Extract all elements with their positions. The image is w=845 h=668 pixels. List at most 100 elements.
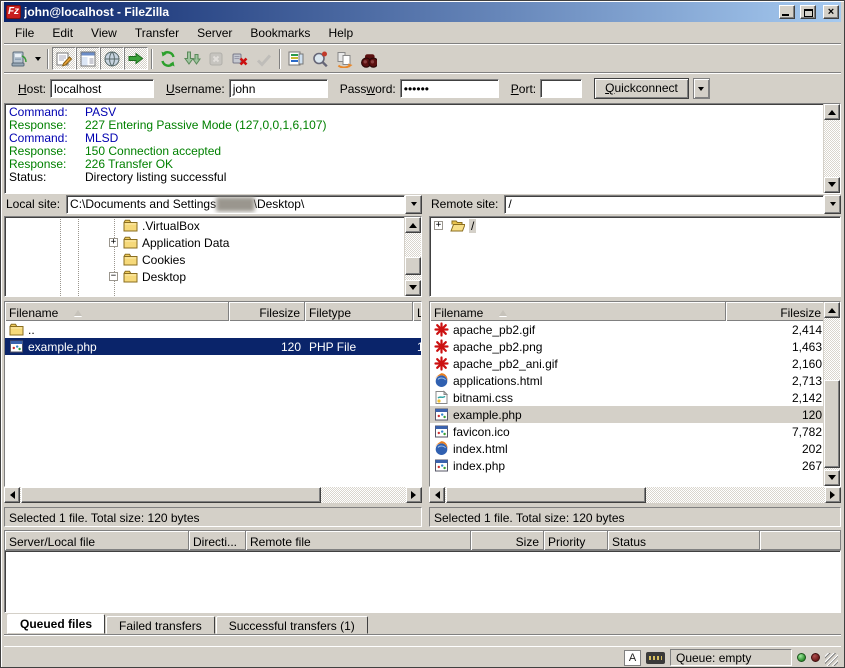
port-field[interactable] <box>540 79 582 98</box>
toggle-message-log-button[interactable] <box>52 47 76 70</box>
remote-list-scrollbar[interactable] <box>823 302 840 486</box>
menu-transfer[interactable]: Transfer <box>126 24 188 42</box>
toggle-transfer-queue-button[interactable] <box>124 47 148 70</box>
tab-failed-transfers[interactable]: Failed transfers <box>106 616 215 634</box>
expand-toggle[interactable]: + <box>109 238 118 247</box>
file-row[interactable]: bitnami.css2,142 <box>430 389 840 406</box>
menu-edit[interactable]: Edit <box>43 24 82 42</box>
file-row[interactable]: example.php120PHP File1 <box>5 338 421 355</box>
queue-column-priority[interactable]: Priority <box>544 531 608 550</box>
file-cell: index.html <box>430 440 726 457</box>
refresh-button[interactable] <box>156 47 180 70</box>
password-field[interactable]: •••••• <box>400 79 499 98</box>
process-queue-button[interactable] <box>180 47 204 70</box>
scroll-down-button[interactable] <box>824 177 840 193</box>
cancel-operation-button[interactable] <box>204 47 228 70</box>
minimize-button[interactable] <box>779 5 795 19</box>
find-files-button[interactable] <box>356 47 380 70</box>
column-header-filename[interactable]: Filename <box>5 302 229 321</box>
queue-splitter[interactable] <box>4 523 841 530</box>
scroll-thumb[interactable] <box>405 257 421 275</box>
tree-item[interactable]: −Desktop <box>5 268 421 285</box>
file-cell: 1 <box>413 338 421 355</box>
scroll-thumb[interactable] <box>446 487 646 503</box>
remote-site-combobox[interactable]: / <box>504 195 824 214</box>
file-row[interactable]: index.php267 <box>430 457 840 474</box>
tree-item[interactable]: +/ <box>430 217 840 234</box>
message-log-scrollbar[interactable] <box>823 104 840 193</box>
scroll-up-button[interactable] <box>824 302 840 318</box>
menu-help[interactable]: Help <box>319 24 362 42</box>
site-manager-button[interactable] <box>7 47 31 70</box>
quickconnect-button[interactable]: Quickconnect <box>594 78 689 99</box>
tab-successful-transfers-[interactable]: Successful transfers (1) <box>216 616 368 634</box>
menu-bookmarks[interactable]: Bookmarks <box>241 24 319 42</box>
file-row[interactable]: apache_pb2.png1,463 <box>430 338 840 355</box>
close-button[interactable]: × <box>823 5 839 19</box>
scroll-down-button[interactable] <box>405 280 421 296</box>
toggle-remote-tree-button[interactable] <box>100 47 124 70</box>
html-file-icon <box>434 373 449 388</box>
tree-item[interactable]: Cookies <box>5 251 421 268</box>
scroll-right-button[interactable] <box>825 487 841 503</box>
scroll-right-button[interactable] <box>406 487 422 503</box>
queue-column-directi[interactable]: Directi... <box>189 531 246 550</box>
file-row[interactable]: .. <box>5 321 421 338</box>
queue-column-status[interactable]: Status <box>608 531 760 550</box>
tab-queued-files[interactable]: Queued files <box>7 614 105 634</box>
quickconnect-dropdown[interactable] <box>693 78 710 99</box>
queue-column-serverlocalfile[interactable]: Server/Local file <box>5 531 189 550</box>
file-row[interactable]: example.php120 <box>430 406 840 423</box>
column-header-l[interactable]: L <box>413 302 421 321</box>
queue-column-size[interactable]: Size <box>471 531 544 550</box>
resize-grip[interactable] <box>825 653 838 666</box>
local-site-combobox[interactable]: C:\Documents and Settings█████\Desktop\ <box>66 195 405 214</box>
column-header-filesize[interactable]: Filesize <box>726 302 826 321</box>
file-row[interactable]: applications.html2,713 <box>430 372 840 389</box>
queue-list[interactable] <box>4 550 841 613</box>
sync-browsing-button[interactable] <box>332 47 356 70</box>
menu-file[interactable]: File <box>6 24 43 42</box>
scroll-left-button[interactable] <box>429 487 445 503</box>
queue-status: Queue: empty <box>670 649 792 666</box>
site-manager-dropdown[interactable] <box>31 47 44 70</box>
tree-item[interactable]: .VirtualBox <box>5 217 421 234</box>
file-row[interactable]: apache_pb2_ani.gif2,160 <box>430 355 840 372</box>
local-horizontal-scrollbar[interactable] <box>4 487 422 503</box>
column-header-filesize[interactable]: Filesize <box>229 302 305 321</box>
compare-directories-button[interactable] <box>308 47 332 70</box>
username-field[interactable]: john <box>229 79 328 98</box>
maximize-button[interactable] <box>800 5 816 19</box>
column-header-filetype[interactable]: Filetype <box>305 302 413 321</box>
local-tree-scrollbar[interactable] <box>404 217 421 296</box>
queue-column-remotefile[interactable]: Remote file <box>246 531 471 550</box>
reconnect-button[interactable] <box>252 47 276 70</box>
collapse-toggle[interactable]: − <box>109 272 118 281</box>
pane-splitter[interactable] <box>422 194 429 523</box>
expand-toggle[interactable]: + <box>434 221 443 230</box>
directory-filter-button[interactable] <box>284 47 308 70</box>
column-header-filename[interactable]: Filename <box>430 302 726 321</box>
scroll-up-button[interactable] <box>824 104 840 120</box>
file-cell: 2,142 <box>726 389 826 406</box>
tree-item[interactable]: +Application Data <box>5 234 421 251</box>
disconnect-button[interactable] <box>228 47 252 70</box>
file-row[interactable]: index.html202 <box>430 440 840 457</box>
local-directory-tree[interactable]: .VirtualBox+Application DataCookies−Desk… <box>4 216 422 297</box>
file-row[interactable]: favicon.ico7,782 <box>430 423 840 440</box>
scroll-up-button[interactable] <box>405 217 421 233</box>
toggle-local-tree-button[interactable] <box>76 47 100 70</box>
menu-server[interactable]: Server <box>188 24 241 42</box>
scroll-down-button[interactable] <box>824 470 840 486</box>
file-row[interactable]: apache_pb2.gif2,414 <box>430 321 840 338</box>
remote-site-dropdown[interactable] <box>824 195 841 214</box>
local-pane: Local site:C:\Documents and Settings████… <box>4 194 422 523</box>
scroll-thumb[interactable] <box>21 487 321 503</box>
scroll-left-button[interactable] <box>4 487 20 503</box>
scroll-thumb[interactable] <box>824 380 840 468</box>
remote-directory-tree[interactable]: +/ <box>429 216 841 297</box>
host-field[interactable]: localhost <box>50 79 154 98</box>
local-site-dropdown[interactable] <box>405 195 422 214</box>
remote-horizontal-scrollbar[interactable] <box>429 487 841 503</box>
menu-view[interactable]: View <box>82 24 126 42</box>
